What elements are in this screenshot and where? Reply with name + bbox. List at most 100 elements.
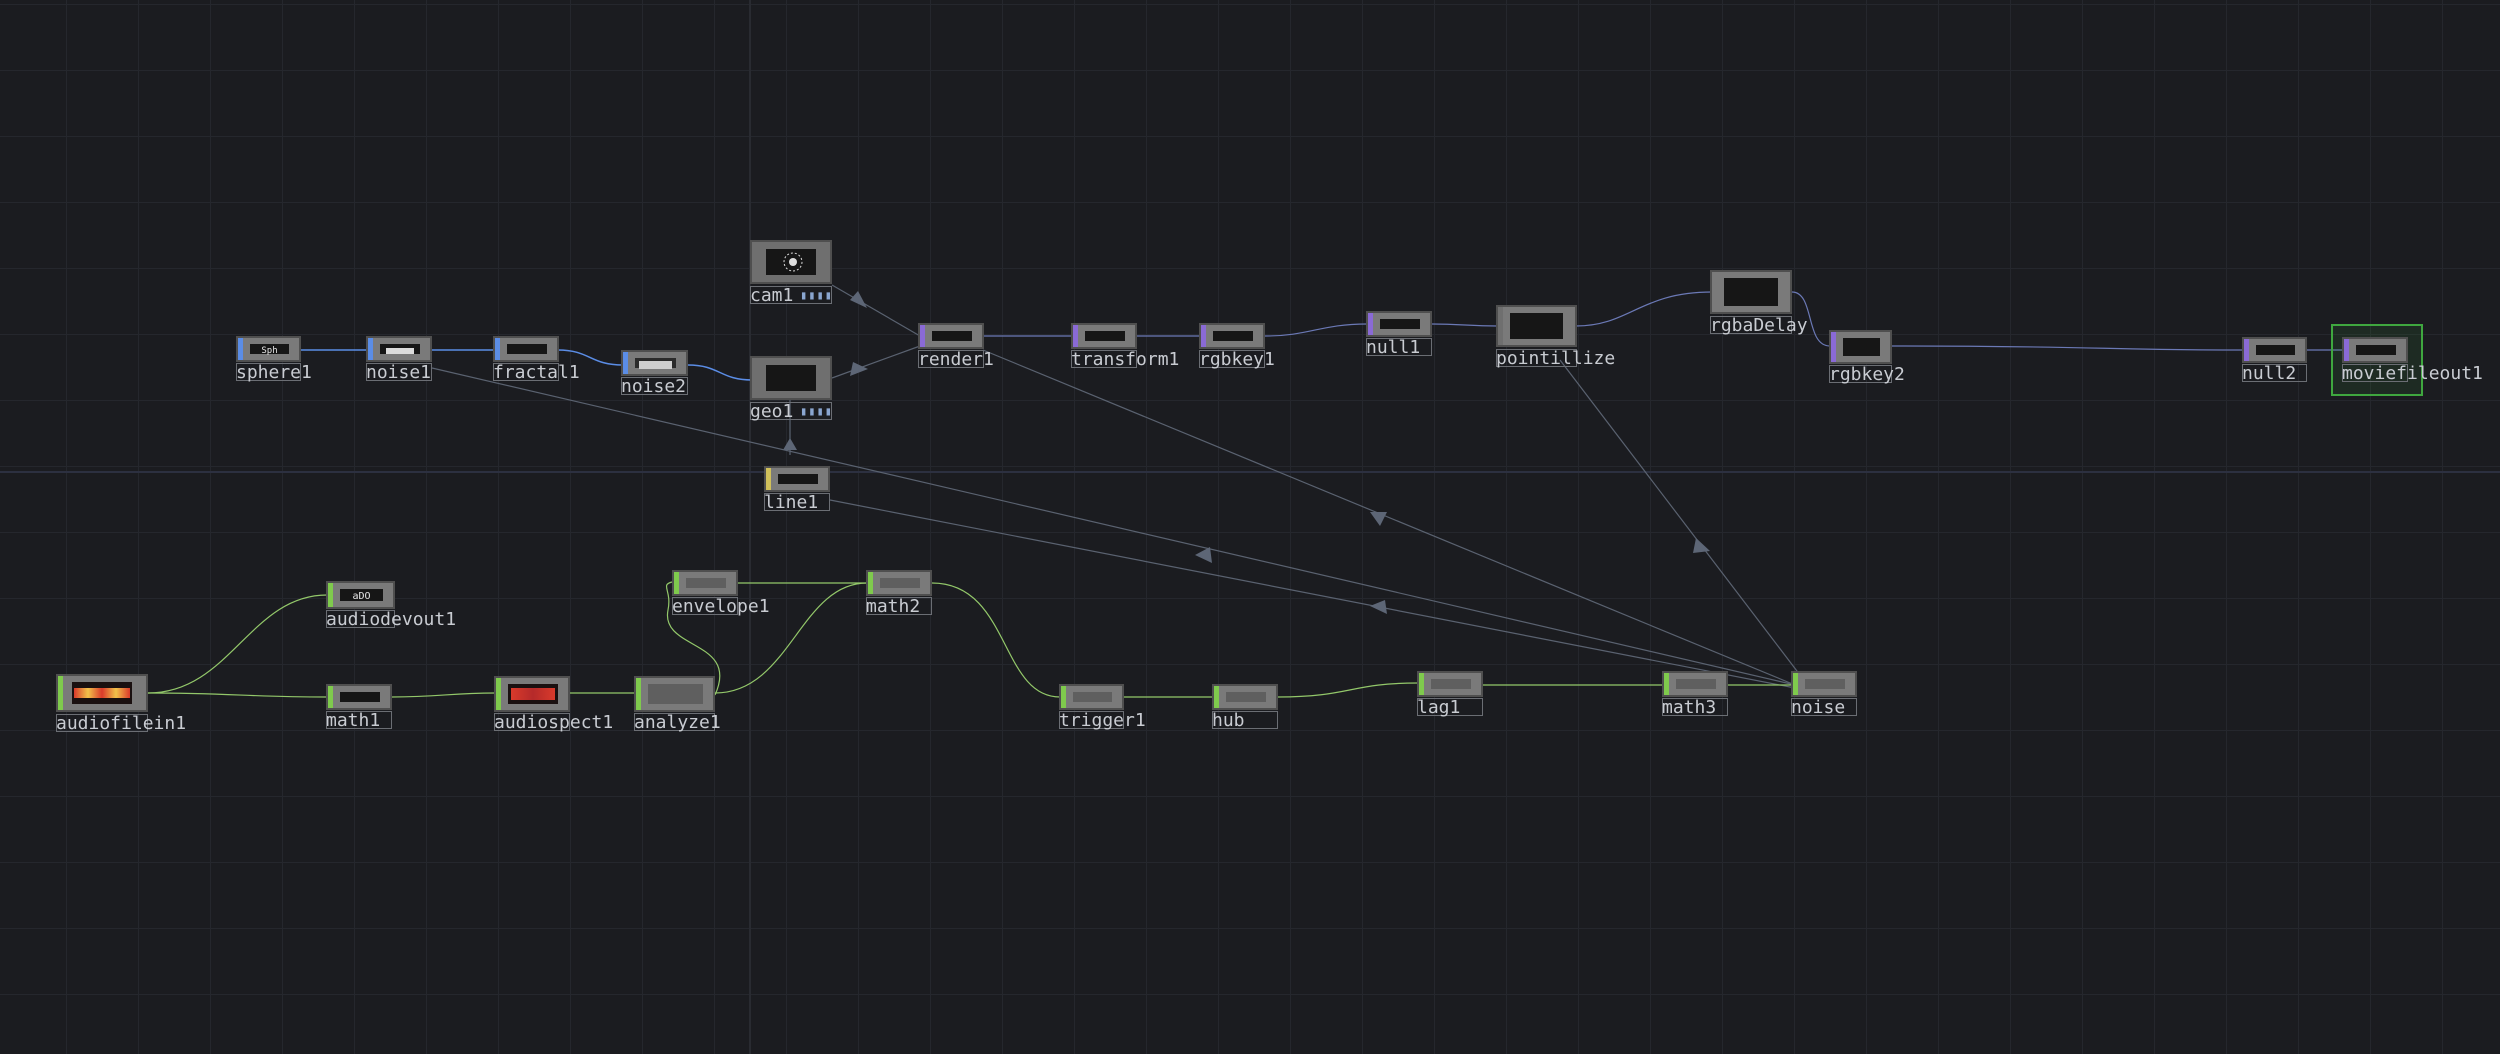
node-label[interactable]: math3 [1662, 697, 1728, 718]
node-tile[interactable] [764, 466, 830, 492]
node-label[interactable]: hub [1212, 711, 1278, 731]
node-label[interactable]: noise2 [621, 377, 688, 397]
label-text: null2 [2242, 363, 2297, 384]
label-text: envelope1 [672, 596, 770, 617]
label-text: geo1 [750, 401, 794, 422]
preview-thumbnail [1724, 278, 1778, 306]
node-label[interactable]: lag1 [1417, 697, 1483, 718]
node-tile[interactable] [1496, 305, 1577, 347]
node-tile[interactable] [1212, 684, 1278, 710]
node-tile[interactable] [1710, 270, 1792, 314]
preview-thumbnail [1226, 692, 1266, 702]
node-tile[interactable] [366, 336, 432, 362]
node-label[interactable]: audiospect1 [494, 713, 613, 733]
family-stripe [1368, 313, 1373, 335]
node-tile[interactable] [634, 676, 715, 712]
node-label[interactable]: cam1 [750, 285, 832, 306]
label-text: cam1 [750, 285, 794, 306]
wire-geo1-render1 [831, 345, 921, 379]
preview-thumbnail [1085, 331, 1125, 341]
node-tile[interactable]: Sph [236, 336, 301, 362]
node-label[interactable]: trigger1 [1059, 711, 1146, 731]
node-label[interactable]: fractal1 [493, 363, 580, 383]
node-tile[interactable] [494, 676, 570, 712]
label-text: fractal1 [493, 362, 580, 383]
node-tile[interactable] [2242, 337, 2307, 363]
family-stripe [1214, 686, 1219, 708]
family-stripe [495, 338, 500, 360]
node-label[interactable]: math1 [326, 710, 392, 731]
family-stripe [636, 678, 641, 710]
node-tile[interactable] [326, 684, 392, 710]
label-text: math3 [1662, 697, 1717, 718]
node-tile[interactable] [1366, 311, 1432, 337]
arrow-ref-line1 [1370, 600, 1387, 614]
family-stripe [1073, 325, 1078, 347]
node-label[interactable]: render1 [918, 350, 994, 370]
node-tile[interactable]: aDO [326, 581, 395, 609]
family-stripe [2344, 339, 2349, 361]
node-tile[interactable] [750, 240, 832, 284]
connection-wires [147, 284, 2343, 698]
node-label[interactable]: envelope1 [672, 597, 770, 617]
node-label[interactable]: transform1 [1071, 350, 1179, 370]
label-text: audiodevout1 [326, 609, 457, 630]
node-tile[interactable] [1071, 323, 1137, 349]
preview-thumbnail [1843, 338, 1880, 356]
node-label[interactable]: rgbaDelay [1710, 316, 1808, 336]
node-tile[interactable] [56, 674, 148, 712]
node-label[interactable]: analyze1 [634, 713, 721, 733]
preview-thumbnail [72, 682, 132, 704]
node-tile[interactable] [493, 336, 559, 362]
node-tile[interactable] [866, 570, 932, 596]
arrow-ref-pointillize [1693, 538, 1710, 553]
family-stripe [1419, 673, 1424, 695]
node-label[interactable]: rgbkey2 [1829, 365, 1905, 385]
node-flags[interactable]: ▮▮▮▮ [800, 288, 833, 302]
label-text: math1 [326, 710, 381, 731]
arrow-cam1 [850, 291, 867, 308]
preview-thumbnail [1676, 679, 1716, 689]
node-label[interactable]: line1 [764, 492, 830, 513]
node-tile[interactable] [1829, 330, 1892, 364]
node-label[interactable]: audiofilein1 [56, 714, 186, 734]
family-stripe [1201, 325, 1206, 347]
wire-rgbkey2-null2 [1891, 345, 2244, 351]
node-label[interactable]: noise1 [366, 363, 432, 383]
preview-thumbnail [766, 249, 816, 275]
node-tile[interactable] [1059, 684, 1124, 710]
node-label[interactable]: geo1 [750, 401, 832, 422]
node-flags[interactable]: ▮▮▮▮ [800, 404, 833, 418]
node-label[interactable]: moviefileout1 [2342, 364, 2483, 384]
node-tile[interactable] [918, 323, 984, 349]
node-label[interactable]: null2 [2242, 363, 2307, 384]
preview-thumbnail [380, 344, 420, 354]
node-tile[interactable] [750, 356, 832, 400]
node-tile[interactable] [1199, 323, 1265, 349]
node-tile[interactable] [1791, 671, 1857, 697]
family-stripe [868, 572, 873, 594]
preview-thumbnail [1380, 319, 1420, 329]
node-label[interactable]: rgbkey1 [1199, 350, 1275, 370]
label-text: lag1 [1417, 697, 1461, 718]
spectrum-preview [511, 688, 555, 700]
node-tile[interactable] [1662, 671, 1728, 697]
node-tile[interactable] [1417, 671, 1483, 697]
node-tile[interactable] [2342, 337, 2408, 363]
node-label[interactable]: math2 [866, 597, 932, 617]
node-tile[interactable] [621, 350, 688, 376]
node-label[interactable]: pointillize [1496, 349, 1615, 369]
arrow-line1 [783, 438, 797, 450]
label-text: line1 [764, 492, 819, 513]
node-label[interactable]: null1 [1366, 338, 1432, 358]
family-stripe [674, 572, 679, 594]
preview-thumbnail [2356, 345, 2396, 355]
family-stripe [496, 678, 501, 710]
preview-thumbnail [648, 684, 703, 704]
node-label[interactable]: noise [1791, 698, 1857, 718]
family-stripe [328, 686, 333, 708]
node-label[interactable]: audiodevout1 [326, 610, 456, 630]
node-tile[interactable] [672, 570, 738, 596]
wire-math2-trigger1 [931, 582, 1061, 698]
node-label[interactable]: sphere1 [236, 363, 312, 383]
